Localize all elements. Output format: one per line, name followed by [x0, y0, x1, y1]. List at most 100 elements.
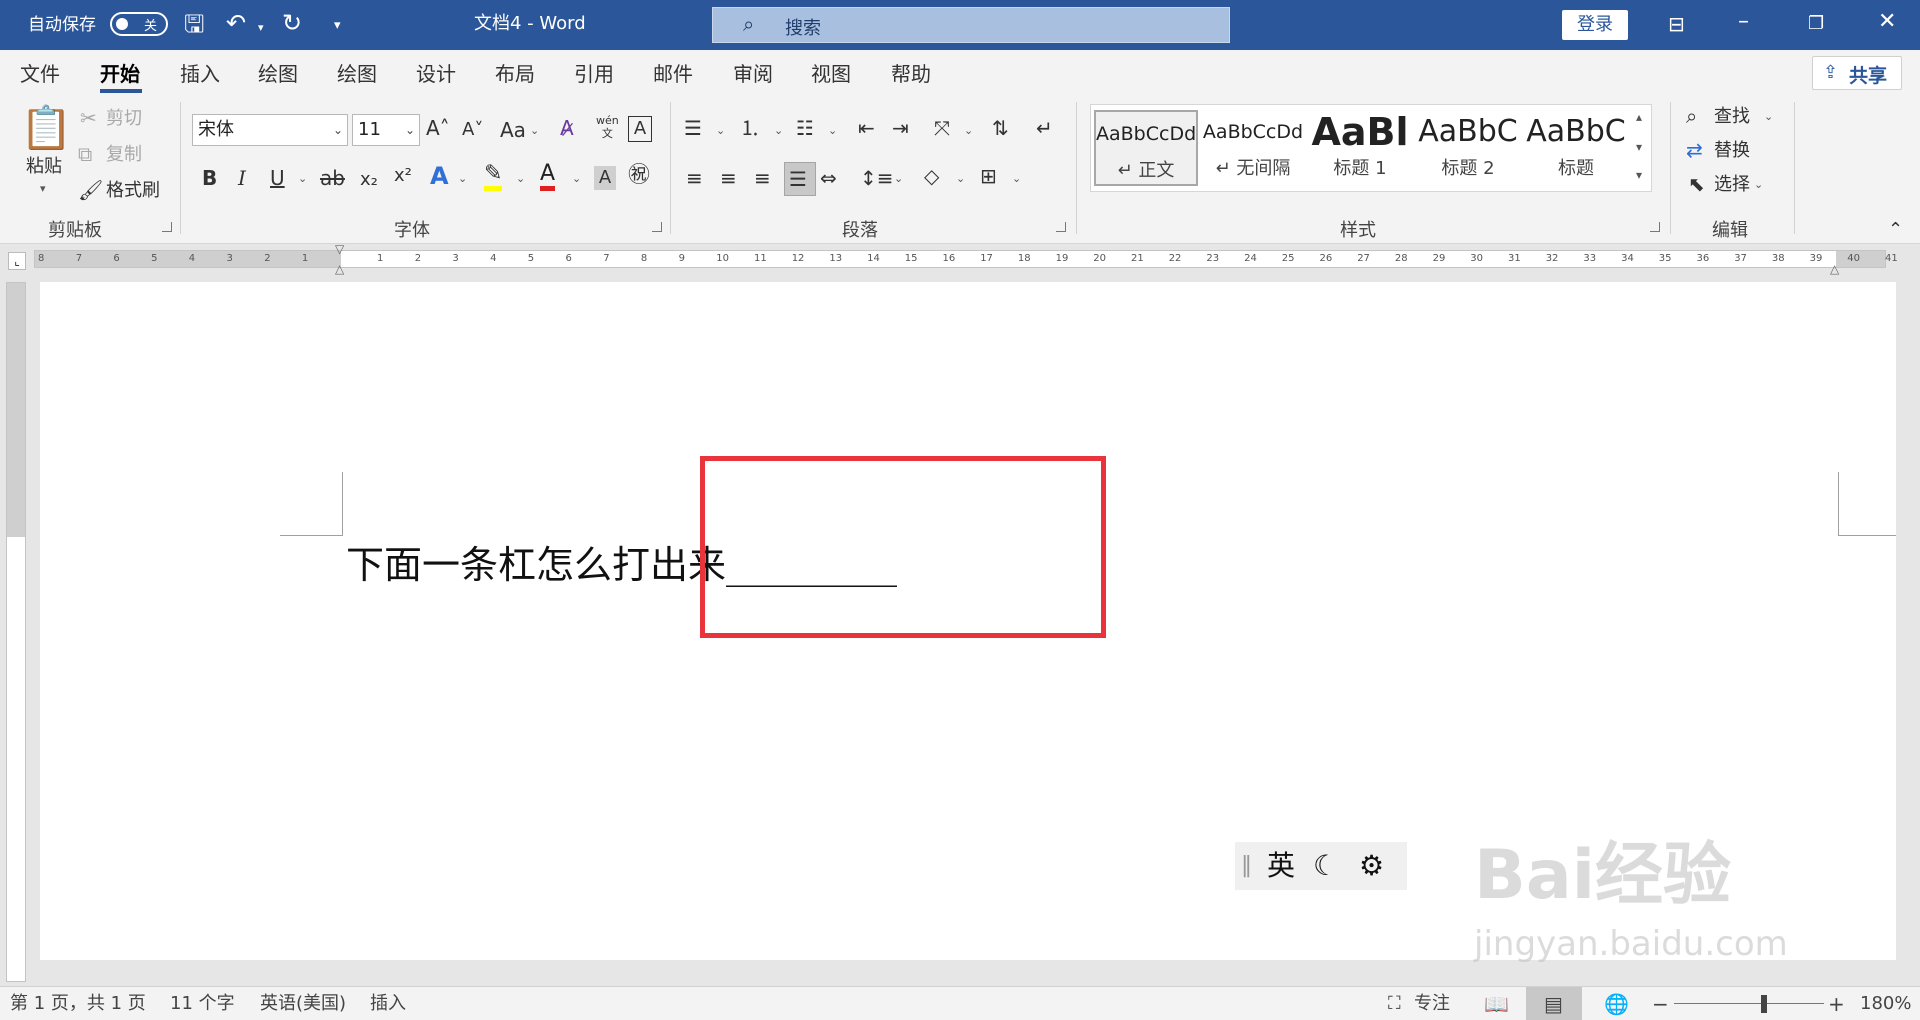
decrease-indent-icon[interactable]: ⇤: [858, 116, 875, 140]
text-effects-dropdown-icon[interactable]: ⌄: [458, 172, 467, 185]
align-right-icon[interactable]: ≡: [754, 166, 771, 190]
tab-help[interactable]: 帮助: [891, 61, 931, 87]
undo-dropdown-icon[interactable]: ▾: [258, 16, 264, 40]
read-mode-icon[interactable]: 📖: [1484, 993, 1509, 1015]
increase-indent-icon[interactable]: ⇥: [892, 116, 909, 140]
replace-label[interactable]: 替换: [1714, 140, 1750, 162]
bullets-dropdown-icon[interactable]: ⌄: [716, 124, 725, 137]
shading-icon[interactable]: ◇: [924, 164, 939, 188]
copy-icon[interactable]: ⧉: [78, 142, 92, 166]
strikethrough-icon[interactable]: ab: [320, 166, 345, 190]
focus-label[interactable]: 专注: [1414, 993, 1450, 1015]
print-layout-button[interactable]: ▤: [1526, 987, 1582, 1020]
numbering-dropdown-icon[interactable]: ⌄: [774, 124, 783, 137]
tab-review[interactable]: 审阅: [733, 61, 773, 87]
style-no-spacing[interactable]: AaBbCcDd ↵ 无间隔: [1200, 110, 1306, 186]
styles-scroll-up-icon[interactable]: ▴: [1636, 110, 1642, 124]
bold-icon[interactable]: B: [202, 166, 217, 190]
font-color-icon[interactable]: A: [540, 162, 556, 191]
tab-insert[interactable]: 插入: [180, 61, 220, 87]
page-count[interactable]: 第 1 页，共 1 页: [10, 993, 146, 1015]
style-heading-2[interactable]: AaBbC 标题 2: [1416, 110, 1520, 186]
align-center-icon[interactable]: ≡: [720, 166, 737, 190]
distributed-icon[interactable]: ⇔: [820, 166, 837, 190]
tab-file[interactable]: 文件: [20, 61, 60, 87]
share-button[interactable]: ⇪ 共享: [1812, 56, 1902, 90]
chinese-layout-icon[interactable]: ⤧: [934, 116, 950, 140]
cut-label[interactable]: 剪切: [106, 108, 142, 130]
zoom-slider[interactable]: [1674, 1003, 1824, 1004]
show-marks-icon[interactable]: ↵: [1036, 116, 1053, 140]
redo-icon[interactable]: ↻: [282, 11, 302, 35]
hanging-indent-icon[interactable]: △: [335, 262, 344, 276]
italic-icon[interactable]: I: [238, 166, 246, 190]
ime-language-toggle[interactable]: 英: [1267, 850, 1295, 882]
style-normal[interactable]: AaBbCcDd ↵ 正文: [1094, 110, 1198, 186]
highlight-color-icon[interactable]: ✎: [484, 162, 503, 191]
select-dropdown-icon[interactable]: ⌄: [1754, 178, 1763, 191]
tab-selector-icon[interactable]: ⌞: [8, 252, 26, 270]
tab-home[interactable]: 开始: [100, 61, 140, 87]
chinese-layout-dropdown-icon[interactable]: ⌄: [964, 124, 973, 137]
bullets-icon[interactable]: ☰: [684, 116, 702, 140]
copy-label[interactable]: 复制: [106, 144, 142, 166]
undo-icon[interactable]: ↶: [226, 11, 246, 35]
zoom-slider-thumb[interactable]: [1761, 995, 1767, 1013]
format-painter-icon[interactable]: 🖌: [78, 178, 103, 202]
moon-icon[interactable]: ☾: [1313, 850, 1338, 882]
font-launcher-icon[interactable]: [652, 222, 662, 232]
zoom-in-icon[interactable]: +: [1828, 993, 1845, 1015]
styles-more-icon[interactable]: ▾: [1636, 168, 1642, 182]
login-button[interactable]: 登录: [1562, 10, 1628, 40]
align-left-icon[interactable]: ≡: [686, 166, 703, 190]
insert-mode[interactable]: 插入: [370, 993, 406, 1015]
right-indent-icon[interactable]: △: [1830, 262, 1839, 276]
tab-design[interactable]: 设计: [416, 61, 456, 87]
find-icon[interactable]: ⌕: [1686, 104, 1697, 128]
enclose-characters-icon[interactable]: ㊗: [628, 164, 650, 188]
autosave-toggle[interactable]: 关: [110, 12, 168, 36]
grow-font-icon[interactable]: A˄: [426, 116, 450, 140]
cut-icon[interactable]: ✂: [80, 106, 97, 130]
tab-layout[interactable]: 布局: [495, 61, 535, 87]
search-box[interactable]: ⌕ 搜索: [712, 7, 1230, 43]
minimize-icon[interactable]: –: [1738, 10, 1749, 34]
find-dropdown-icon[interactable]: ⌄: [1764, 110, 1773, 123]
phonetic-guide-icon[interactable]: wén 文: [596, 114, 619, 140]
tab-draw[interactable]: 绘图: [258, 61, 298, 87]
paste-icon[interactable]: 📋: [20, 104, 72, 152]
clipboard-launcher-icon[interactable]: [162, 222, 172, 232]
font-color-dropdown-icon[interactable]: ⌄: [572, 172, 581, 185]
numbering-icon[interactable]: ⒈: [740, 116, 760, 140]
save-icon[interactable]: 🖫: [184, 12, 204, 36]
first-line-indent-icon[interactable]: ▽: [335, 242, 344, 256]
zoom-level[interactable]: 180%: [1860, 993, 1911, 1015]
styles-launcher-icon[interactable]: [1650, 222, 1660, 232]
language-indicator[interactable]: 英语(美国): [260, 993, 346, 1015]
paragraph-launcher-icon[interactable]: [1056, 222, 1066, 232]
customize-qat-icon[interactable]: ▾: [334, 14, 341, 38]
tab-mailings[interactable]: 邮件: [653, 61, 693, 87]
restore-icon[interactable]: ❐: [1808, 12, 1824, 36]
select-label[interactable]: 选择: [1714, 174, 1750, 196]
superscript-icon[interactable]: x²: [394, 164, 412, 188]
change-case-icon[interactable]: Aa: [500, 118, 526, 142]
paste-dropdown-icon[interactable]: ▾: [40, 182, 46, 195]
text-effects-icon[interactable]: A: [430, 164, 449, 188]
font-name-select[interactable]: 宋体 ⌄: [192, 114, 348, 146]
line-spacing-icon[interactable]: ↕≡: [860, 166, 894, 190]
word-count[interactable]: 11 个字: [170, 993, 235, 1015]
line-spacing-dropdown-icon[interactable]: ⌄: [894, 172, 903, 185]
character-shading-icon[interactable]: A: [594, 166, 616, 190]
find-label[interactable]: 查找: [1714, 106, 1750, 128]
character-border-icon[interactable]: A: [628, 116, 652, 142]
shrink-font-icon[interactable]: A˅: [462, 118, 483, 142]
underline-dropdown-icon[interactable]: ⌄: [298, 172, 307, 185]
format-painter-label[interactable]: 格式刷: [106, 180, 160, 202]
sort-icon[interactable]: ⇅: [992, 116, 1009, 140]
tab-references[interactable]: 引用: [574, 61, 614, 87]
subscript-icon[interactable]: x₂: [360, 168, 378, 192]
close-icon[interactable]: ✕: [1878, 10, 1896, 34]
borders-icon[interactable]: ⊞: [980, 164, 997, 188]
styles-scroll-down-icon[interactable]: ▾: [1636, 140, 1642, 154]
